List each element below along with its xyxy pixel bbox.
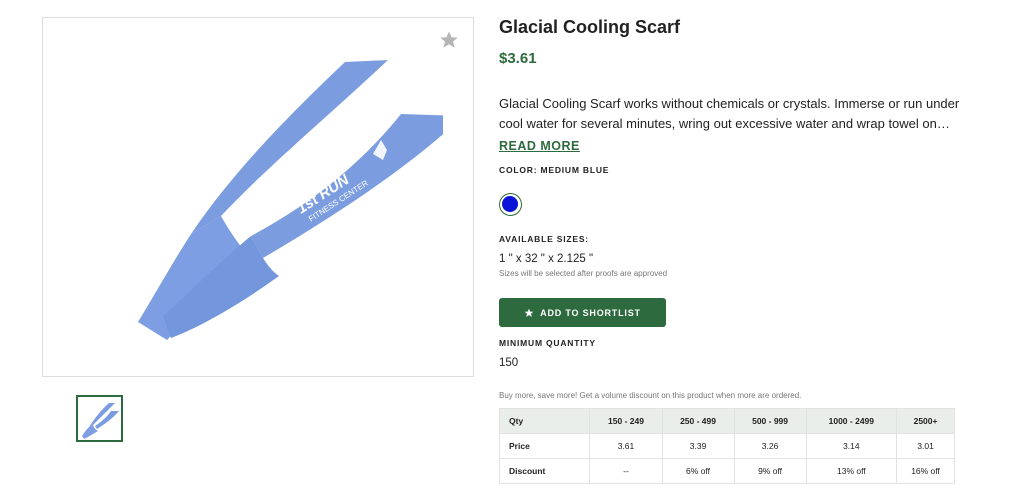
- table-row: Discount -- 6% off 9% off 13% off 16% of…: [498, 458, 955, 484]
- sizes-label: AVAILABLE SIZES:: [499, 234, 589, 244]
- color-label: COLOR: MEDIUM BLUE: [499, 165, 610, 175]
- table-cell: 6% off: [661, 458, 735, 484]
- table-header-tier: 1000 - 2499: [805, 408, 898, 434]
- product-image: 1st RUN FITNESS CENTER: [138, 60, 443, 340]
- minimum-quantity-label: MINIMUM QUANTITY: [499, 338, 596, 348]
- table-row: Price 3.61 3.39 3.26 3.14 3.01: [498, 433, 955, 459]
- product-title: Glacial Cooling Scarf: [499, 17, 681, 37]
- read-more-link[interactable]: READ MORE: [499, 136, 580, 156]
- add-to-shortlist-button[interactable]: ADD TO SHORTLIST: [499, 298, 666, 327]
- product-description: Glacial Cooling Scarf works without chem…: [499, 94, 964, 156]
- color-swatch-fill: [502, 196, 518, 212]
- table-cell: 3.14: [805, 433, 898, 459]
- sizes-note: Sizes will be selected after proofs are …: [499, 269, 668, 278]
- star-icon: [524, 308, 534, 317]
- add-to-shortlist-label: ADD TO SHORTLIST: [540, 307, 641, 318]
- volume-discount-note: Buy more, save more! Get a volume discou…: [499, 391, 802, 400]
- product-price: $3.61: [499, 50, 537, 67]
- favorite-star-icon[interactable]: [439, 30, 459, 50]
- color-swatch-medium-blue[interactable]: [499, 193, 522, 216]
- pricing-table: Qty 150 - 249 250 - 499 500 - 999 1000 -…: [498, 408, 955, 484]
- table-row-label: Price: [498, 433, 591, 459]
- table-cell: 3.01: [896, 433, 955, 459]
- pricing-table-header-row: Qty 150 - 249 250 - 499 500 - 999 1000 -…: [498, 408, 955, 434]
- table-cell: --: [589, 458, 663, 484]
- product-thumbnail[interactable]: [76, 395, 123, 442]
- table-cell: 16% off: [896, 458, 955, 484]
- product-image-frame: 1st RUN FITNESS CENTER: [42, 17, 474, 377]
- table-header-tier: 150 - 249: [589, 408, 663, 434]
- table-row-label: Discount: [498, 458, 591, 484]
- table-header-tier: 500 - 999: [733, 408, 807, 434]
- table-cell: 3.39: [661, 433, 735, 459]
- table-header-tier: 250 - 499: [661, 408, 735, 434]
- table-cell: 3.26: [733, 433, 807, 459]
- minimum-quantity-value: 150: [499, 357, 519, 369]
- table-cell: 9% off: [733, 458, 807, 484]
- table-cell: 3.61: [589, 433, 663, 459]
- table-header-qty: Qty: [498, 408, 591, 434]
- table-header-tier: 2500+: [896, 408, 955, 434]
- sizes-value: 1 " x 32 " x 2.125 ": [499, 253, 594, 265]
- table-cell: 13% off: [805, 458, 898, 484]
- description-text: Glacial Cooling Scarf works without chem…: [499, 96, 960, 131]
